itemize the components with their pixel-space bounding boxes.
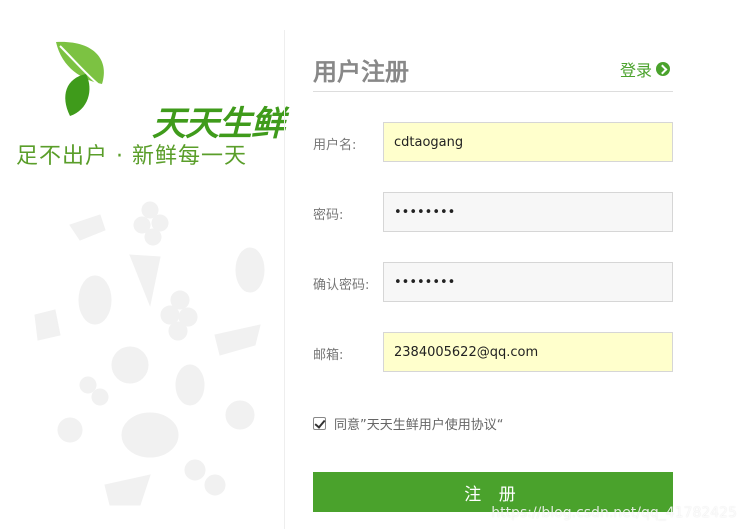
agreement-row: 同意”天天生鲜用户使用协议“ — [313, 414, 503, 433]
logo: 天天生鲜 — [52, 40, 285, 144]
chevron-right-icon — [656, 62, 671, 76]
leaf-logo-icon — [56, 41, 104, 116]
vertical-divider — [284, 30, 285, 529]
agreement-label: 同意”天天生鲜用户使用协议“ — [334, 418, 504, 433]
email-field[interactable] — [383, 332, 673, 372]
username-label: 用户名: — [313, 138, 357, 153]
login-link[interactable]: 登录 — [620, 57, 671, 81]
confirm-password-field[interactable] — [383, 262, 673, 302]
password-label: 密码: — [313, 208, 344, 223]
login-label: 登录 — [620, 61, 653, 80]
brand-panel: 天天生鲜 足不出户 · 新鲜每一天 — [0, 0, 285, 529]
password-field[interactable] — [383, 192, 673, 232]
slogan: 足不出户 · 新鲜每一天 — [16, 144, 247, 169]
header-divider — [313, 91, 673, 92]
confirm-password-label: 确认密码: — [313, 278, 370, 293]
produce-illustration — [34, 201, 265, 506]
watermark: https://blog.csdn.net/qq_41782425 — [491, 505, 737, 521]
email-label: 邮箱: — [313, 348, 344, 363]
agreement-checkbox[interactable] — [313, 417, 326, 430]
username-field[interactable] — [383, 122, 673, 162]
page-title: 用户注册 — [313, 58, 409, 86]
